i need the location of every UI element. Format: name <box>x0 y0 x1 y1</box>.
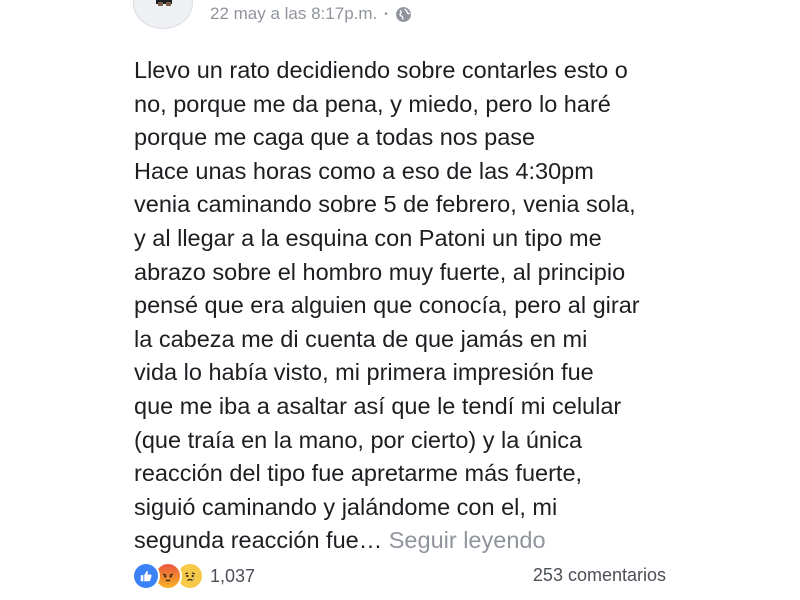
post-text-line: la cabeza me di cuenta de que jamás en m… <box>134 325 588 352</box>
post-text-line: abrazo sobre el hombro muy fuerte, al pr… <box>134 258 626 285</box>
post-text-line: reacción del tipo fue apretarme más fuer… <box>134 460 583 487</box>
post-timestamp[interactable]: 22 may a las 8:17p.m. <box>210 4 377 24</box>
post-text-line: vida lo había visto, mi primera impresió… <box>134 359 594 386</box>
post-text-line: Llevo un rato decidiendo sobre contarles… <box>134 57 628 83</box>
post-text-line: Hace unas horas como a eso de las 4:30pm <box>134 157 594 184</box>
post-text-line: (que traía en la mano, por cierto) y la … <box>134 426 583 453</box>
post-meta: 22 may a las 8:17p.m. • <box>210 4 412 24</box>
avatar-figure-leg <box>158 2 163 6</box>
post-text-last-fragment: segunda reacción fue… <box>134 527 383 554</box>
meta-separator: • <box>384 8 388 20</box>
post-text-line: venia caminando sobre 5 de febrero, veni… <box>134 191 636 218</box>
see-more-link[interactable]: Seguir leyendo <box>389 527 546 553</box>
globe-icon[interactable] <box>395 6 412 23</box>
avatar[interactable] <box>134 0 192 28</box>
post-text-last-line: segunda reacción fue… Seguir leyendo <box>134 524 694 558</box>
reaction-count[interactable]: 1,037 <box>210 566 255 587</box>
post-text-line: no, porque me da pena, y miedo, pero lo … <box>134 90 611 117</box>
like-icon <box>132 562 160 590</box>
post-text-line: que me iba a asaltar así que le tendí mi… <box>134 392 622 419</box>
post-text-line: porque me caga que a todas nos pase <box>134 124 536 151</box>
post-body: Llevo un rato decidiendo sobre contarles… <box>134 54 694 558</box>
avatar-figure-leg <box>166 2 171 6</box>
comments-count-link[interactable]: 253 comentarios <box>533 565 666 586</box>
post-text-line: pensé que era alguien que conocía, pero … <box>134 292 640 319</box>
post-text-line: y al llegar a la esquina con Patoni un t… <box>134 224 602 251</box>
reactions-summary[interactable]: 1,037 <box>132 562 255 590</box>
post-text-line: siguió caminando y jalándome con el, mi <box>134 493 558 520</box>
